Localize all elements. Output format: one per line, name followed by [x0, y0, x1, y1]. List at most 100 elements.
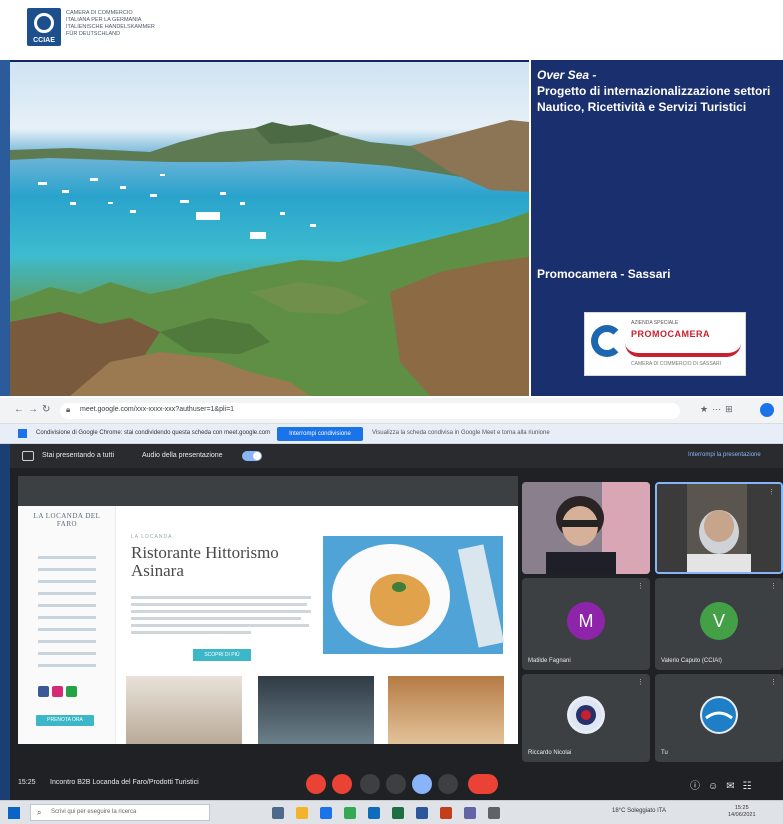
gallery-thumbnail[interactable]: [388, 676, 504, 744]
participant-tile[interactable]: V ⋮ Valerio Caputo (CCIAI): [655, 578, 783, 670]
chamber-logo-icon: CCIAE: [27, 8, 61, 46]
excel-icon[interactable]: [392, 807, 404, 819]
promocamera-c-icon: [591, 325, 623, 357]
address-bar-url: meet.google.com/xxx-xxxx-xxx?authuser=1&…: [80, 406, 235, 413]
meeting-controls-bar: 15:25 Incontro B2B Locanda del Faro/Prod…: [10, 766, 783, 800]
chrome-icon[interactable]: [344, 807, 356, 819]
meeting-window: Stai presentando a tutti Audio della pre…: [10, 444, 783, 800]
powerpoint-icon[interactable]: [440, 807, 452, 819]
present-now-icon[interactable]: [412, 774, 432, 794]
clock-time: 15:25: [734, 805, 749, 811]
more-options-icon[interactable]: ⋮: [637, 678, 644, 686]
taskbar-search-placeholder: Scrivi qui per eseguire la ricerca: [51, 809, 137, 815]
screenshot: CCIAE CAMERA DI COMMERCIO ITALIANA PER L…: [0, 0, 783, 824]
raise-hand-icon[interactable]: [386, 774, 406, 794]
more-options-icon[interactable]: ⋮: [770, 582, 777, 590]
switch-to-meeting-link[interactable]: Visualizza la scheda condivisa in Google…: [372, 430, 550, 436]
edge-icon[interactable]: [320, 807, 332, 819]
presenting-label: Stai presentando a tutti: [42, 452, 114, 459]
settings-icon[interactable]: [488, 807, 500, 819]
word-icon[interactable]: [416, 807, 428, 819]
chamber-header: CCIAE CAMERA DI COMMERCIO ITALIANA PER L…: [0, 0, 783, 60]
forward-arrow-icon[interactable]: →: [28, 404, 38, 415]
website-kicker: LA LOCANDA: [131, 534, 173, 540]
presentation-slide: Over Sea - Progetto di internazionalizza…: [0, 60, 783, 396]
captions-icon[interactable]: [360, 774, 380, 794]
gallery-thumbnail[interactable]: [126, 676, 242, 744]
instagram-icon[interactable]: [52, 686, 63, 697]
website-menu-item[interactable]: [38, 604, 96, 607]
browser-window: ← → ↻ 🔒︎ meet.google.com/xxx-xxxx-xxx?au…: [0, 398, 783, 824]
stop-presenting-button[interactable]: Interrompi la presentazione: [688, 452, 761, 458]
website-menu-item[interactable]: [38, 580, 96, 583]
website-discover-button[interactable]: SCOPRI DI PIÙ: [193, 649, 251, 661]
website-discover-label: SCOPRI DI PIÙ: [204, 652, 240, 658]
browser-toolbar-icons[interactable]: ★⋯⊞: [700, 404, 737, 415]
meeting-clock: 15:25: [18, 779, 36, 786]
back-arrow-icon[interactable]: ←: [14, 404, 24, 415]
participant-tile[interactable]: ⋮ Riccardo Nicolai: [522, 674, 650, 762]
microphone-off-icon[interactable]: [306, 774, 326, 794]
tripadvisor-icon[interactable]: [66, 686, 77, 697]
website-menu-item[interactable]: [38, 640, 96, 643]
promocamera-logo-tag: CAMERA DI COMMERCIO DI SASSARI: [631, 361, 722, 367]
plate: [332, 544, 450, 648]
share-tab-icon: [18, 429, 27, 438]
more-options-icon[interactable]: ⋮: [770, 678, 777, 686]
promocamera-logo-small: AZIENDA SPECIALE: [631, 320, 679, 326]
presentation-audio-toggle[interactable]: [242, 451, 262, 461]
windows-start-icon[interactable]: [8, 807, 20, 819]
address-bar[interactable]: 🔒︎ meet.google.com/xxx-xxxx-xxx?authuser…: [60, 403, 680, 419]
meeting-side-icons[interactable]: ⓘ☺✉☷: [690, 777, 760, 792]
website-logo: LA LOCANDA DEL FARO: [33, 512, 101, 528]
participant-name: Tu: [661, 750, 668, 756]
reload-icon[interactable]: ↻: [42, 404, 50, 415]
system-tray[interactable]: 18°C Soleggiato ITA: [612, 808, 666, 814]
website-menu-item[interactable]: [38, 568, 96, 571]
facebook-icon[interactable]: [38, 686, 49, 697]
chamber-name-line: ITALIENISCHE HANDELSKAMMER: [66, 24, 155, 30]
participant-video: [522, 482, 650, 574]
profile-avatar[interactable]: [760, 403, 774, 417]
slide-title: Over Sea - Progetto di internazionalizza…: [537, 67, 783, 115]
participant-avatar: M: [567, 602, 605, 640]
task-view-icon[interactable]: [272, 807, 284, 819]
website-menu-item[interactable]: [38, 592, 96, 595]
website-menu-item[interactable]: [38, 616, 96, 619]
participant-tile[interactable]: ⋮: [655, 482, 783, 574]
participant-name: Matilde Fagnani: [528, 658, 571, 664]
camera-off-icon[interactable]: [332, 774, 352, 794]
leave-call-button[interactable]: [468, 774, 498, 794]
more-options-icon[interactable]: [438, 774, 458, 794]
file-explorer-icon[interactable]: [296, 807, 308, 819]
chamber-name-line: FÜR DEUTSCHLAND: [66, 31, 121, 37]
participant-video: [657, 484, 781, 572]
present-screen-icon: [22, 451, 34, 461]
system-clock[interactable]: 15:25 14/06/2021: [728, 805, 756, 819]
more-options-icon[interactable]: ⋮: [768, 488, 775, 496]
taskbar-search-input[interactable]: ⌕ Scrivi qui per eseguire la ricerca: [30, 804, 210, 821]
more-options-icon[interactable]: ⋮: [637, 582, 644, 590]
sardinia-coast-photo: [10, 62, 529, 396]
website-sidebar: LA LOCANDA DEL FARO PRENOTA ORA: [18, 506, 116, 744]
website-menu-item[interactable]: [38, 556, 96, 559]
participant-name: Valerio Caputo (CCIAI): [661, 658, 722, 664]
participant-tile[interactable]: M ⋮ Matilde Fagnani: [522, 578, 650, 670]
teams-icon[interactable]: [464, 807, 476, 819]
website-menu-item[interactable]: [38, 628, 96, 631]
participant-name: Riccardo Nicolai: [528, 750, 572, 756]
website-book-button[interactable]: PRENOTA ORA: [36, 715, 94, 726]
gallery-thumbnail[interactable]: [258, 676, 374, 744]
slide-title-project: Over Sea -: [537, 68, 597, 82]
participant-tile[interactable]: ⋮ Tu: [655, 674, 783, 762]
promocamera-logo: AZIENDA SPECIALE PROMOCAMERA CAMERA DI C…: [584, 312, 746, 376]
website-menu-item[interactable]: [38, 664, 96, 667]
stop-sharing-button[interactable]: Interrompi condivisione: [277, 427, 363, 441]
windows-taskbar: ⌕ Scrivi qui per eseguire la ricerca 18°…: [0, 800, 783, 824]
meeting-title: Incontro B2B Locanda del Faro/Prodotti T…: [50, 779, 199, 786]
outlook-icon[interactable]: [368, 807, 380, 819]
share-info-text: Condivisione di Google Chrome: stai cond…: [36, 430, 271, 436]
participant-tile[interactable]: [522, 482, 650, 574]
chamber-name-line: CAMERA DI COMMERCIO: [66, 10, 133, 16]
website-menu-item[interactable]: [38, 652, 96, 655]
